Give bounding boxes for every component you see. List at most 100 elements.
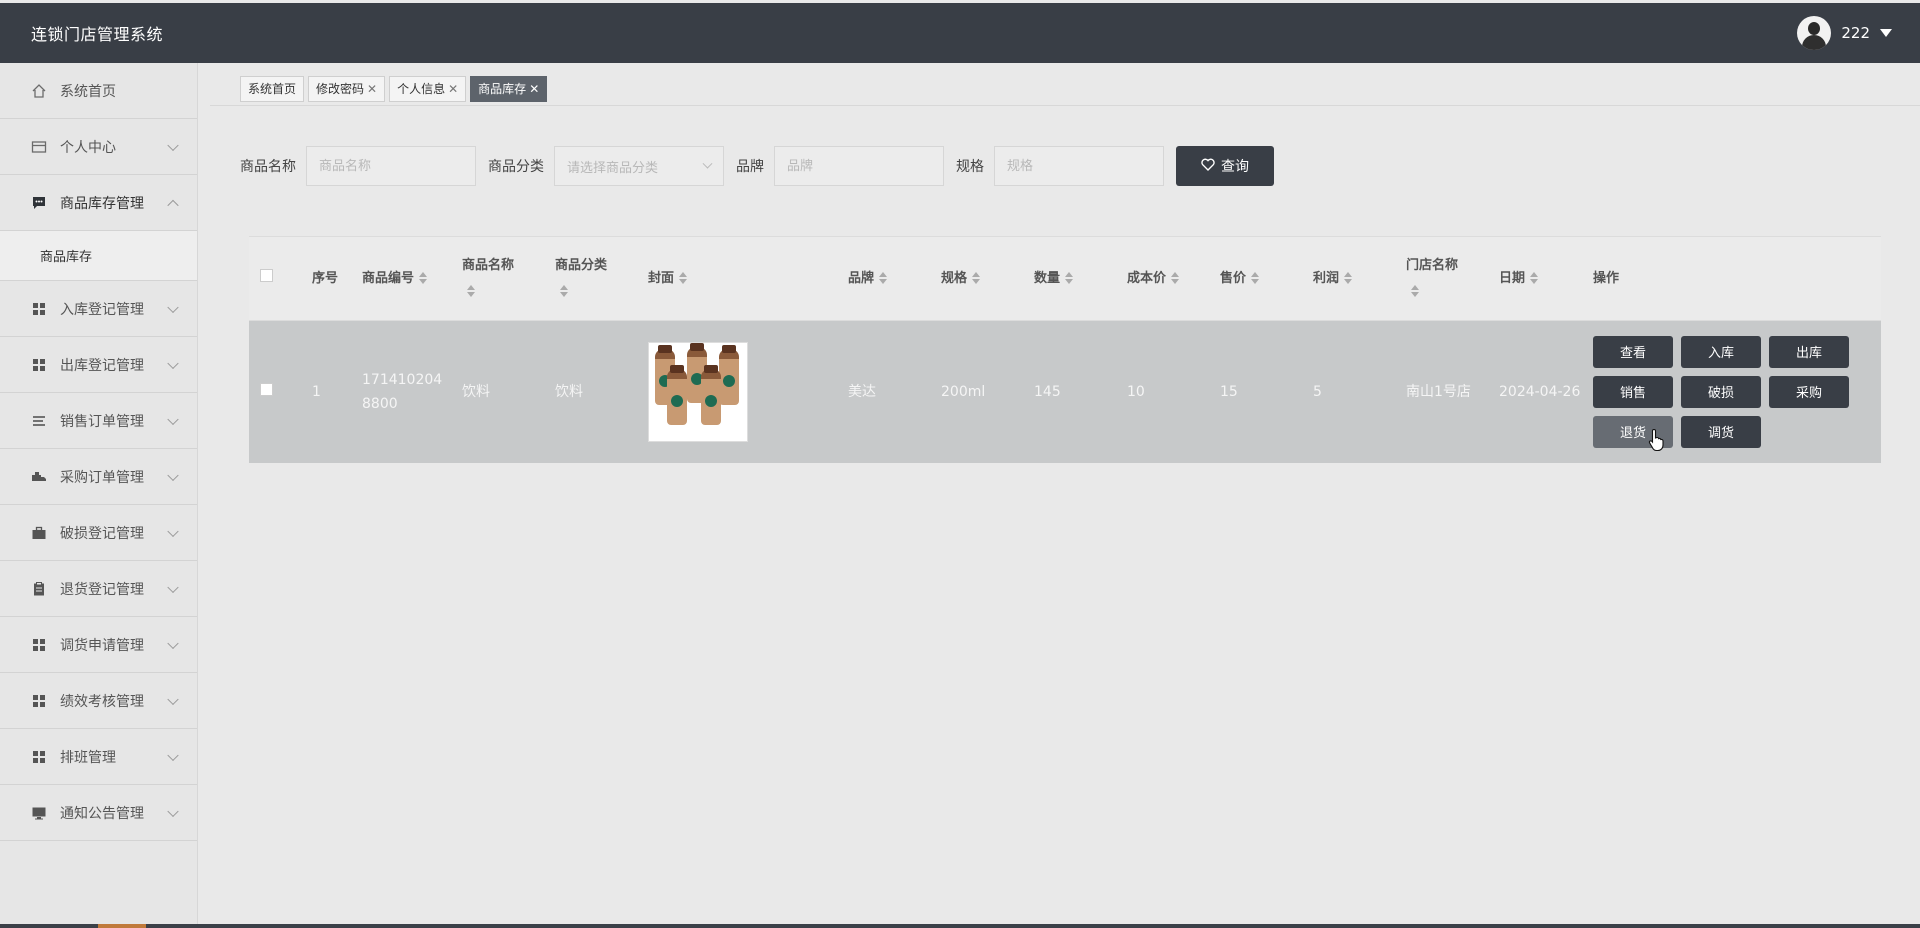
col-cover[interactable]: 封面	[642, 237, 842, 321]
table-row[interactable]: 1 1714102048800 饮料 饮料 美达 200ml 145 10 15…	[249, 320, 1881, 463]
stock-out-button[interactable]: 出库	[1769, 335, 1849, 368]
sort-icon[interactable]	[1065, 272, 1074, 284]
cell-name: 饮料	[462, 383, 490, 400]
sort-icon[interactable]	[1251, 272, 1260, 284]
sidebar-item-sales-orders[interactable]: 销售订单管理	[0, 393, 197, 449]
tab-inventory[interactable]: 商品库存 ✕	[470, 75, 548, 102]
col-store[interactable]: 门店名称	[1400, 237, 1493, 321]
home-icon	[30, 82, 48, 100]
sidebar-item-performance[interactable]: 绩效考核管理	[0, 673, 197, 729]
sort-icon[interactable]	[1530, 272, 1539, 284]
sidebar-item-stock-in[interactable]: 入库登记管理	[0, 281, 197, 337]
user-name[interactable]: 222	[1841, 24, 1870, 42]
close-icon[interactable]: ✕	[367, 82, 377, 96]
cell-category: 饮料	[555, 383, 583, 400]
list-icon	[30, 412, 48, 430]
sidebar-item-label: 系统首页	[60, 83, 116, 100]
sort-icon[interactable]	[679, 272, 688, 284]
view-button[interactable]: 查看	[1593, 335, 1673, 368]
sort-icon[interactable]	[467, 285, 475, 297]
cell-cover	[642, 321, 842, 463]
grid-icon	[30, 748, 48, 766]
sidebar-item-label: 退货登记管理	[60, 581, 144, 598]
sidebar-item-returns[interactable]: 退货登记管理	[0, 561, 197, 617]
sidebar-item-label: 破损登记管理	[60, 525, 144, 542]
tab-personal-info[interactable]: 个人信息 ✕	[389, 75, 467, 102]
sidebar-item-inventory[interactable]: 商品库存管理	[0, 175, 197, 231]
name-label: 商品名称	[240, 159, 296, 175]
tab-change-password[interactable]: 修改密码 ✕	[308, 75, 386, 102]
sidebar-subitem-inventory[interactable]: 商品库存	[0, 231, 197, 281]
col-category[interactable]: 商品分类	[549, 237, 642, 321]
sort-icon[interactable]	[560, 285, 568, 297]
sidebar-item-stock-out[interactable]: 出库登记管理	[0, 337, 197, 393]
sidebar-item-label: 采购订单管理	[60, 469, 144, 486]
col-qty[interactable]: 数量	[1028, 237, 1121, 321]
cell-ops: 查看 入库 出库 销售 破损 采购 退货 调货	[1587, 321, 1881, 463]
tab-label: 个人信息	[397, 82, 446, 96]
sort-icon[interactable]	[1171, 272, 1180, 284]
cell-date: 2024-04-26	[1499, 383, 1581, 400]
tab-home[interactable]: 系统首页	[240, 75, 305, 102]
brand-input[interactable]	[774, 146, 944, 186]
product-cover-image[interactable]	[648, 341, 748, 442]
col-cost[interactable]: 成本价	[1121, 237, 1214, 321]
bottom-strip	[0, 924, 1920, 928]
damage-button[interactable]: 破损	[1681, 375, 1761, 408]
spec-input[interactable]	[994, 146, 1164, 186]
col-profit[interactable]: 利润	[1307, 237, 1400, 321]
grid-icon	[30, 356, 48, 374]
cell-cost: 10	[1127, 383, 1145, 400]
sidebar-item-label: 调货申请管理	[60, 637, 144, 654]
sort-icon[interactable]	[879, 272, 888, 284]
sort-icon[interactable]	[1344, 272, 1353, 284]
chevron-down-icon	[167, 357, 179, 369]
sidebar-item-scheduling[interactable]: 排班管理	[0, 729, 197, 785]
sidebar-item-notices[interactable]: 通知公告管理	[0, 785, 197, 841]
col-price[interactable]: 售价	[1214, 237, 1307, 321]
sell-button[interactable]: 销售	[1593, 375, 1673, 408]
col-index: 序号	[312, 270, 339, 286]
category-select[interactable]: 请选择商品分类	[554, 146, 724, 186]
col-spec[interactable]: 规格	[935, 237, 1028, 321]
category-label: 商品分类	[488, 159, 544, 175]
purchase-button[interactable]: 采购	[1769, 375, 1849, 408]
close-icon[interactable]: ✕	[529, 82, 539, 96]
name-input[interactable]	[306, 146, 476, 186]
chevron-down-icon	[167, 525, 179, 537]
app-title: 连锁门店管理系统	[31, 25, 164, 44]
row-checkbox[interactable]	[260, 382, 273, 396]
sidebar: 系统首页 个人中心 商品库存管理 商品库存 入库登记管理 出库登记管理 销售订单…	[0, 63, 198, 928]
cell-index: 1	[312, 383, 321, 400]
sidebar-item-damage[interactable]: 破损登记管理	[0, 505, 197, 561]
chevron-down-icon	[167, 139, 179, 151]
sidebar-item-purchase-orders[interactable]: 采购订单管理	[0, 449, 197, 505]
sidebar-item-label: 商品库存管理	[60, 195, 144, 212]
sidebar-item-personal-center[interactable]: 个人中心	[0, 119, 197, 175]
col-date[interactable]: 日期	[1493, 237, 1587, 321]
sidebar-item-home[interactable]: 系统首页	[0, 63, 197, 119]
cell-profit: 5	[1313, 383, 1322, 400]
query-button[interactable]: 查询	[1176, 146, 1274, 186]
grid-icon	[30, 300, 48, 318]
tab-label: 商品库存	[478, 82, 527, 96]
stock-in-button[interactable]: 入库	[1681, 335, 1761, 368]
close-icon[interactable]: ✕	[448, 82, 458, 96]
sort-icon[interactable]	[419, 272, 428, 284]
caret-down-icon[interactable]	[1880, 29, 1892, 37]
avatar[interactable]	[1797, 16, 1832, 50]
sidebar-item-label: 绩效考核管理	[60, 693, 144, 710]
chevron-down-icon	[167, 469, 179, 481]
col-brand[interactable]: 品牌	[842, 237, 935, 321]
cell-code: 1714102048800	[362, 371, 443, 412]
sidebar-item-transfer[interactable]: 调货申请管理	[0, 617, 197, 673]
select-all-checkbox[interactable]	[260, 268, 273, 282]
col-name[interactable]: 商品名称	[456, 237, 549, 321]
cell-brand: 美达	[848, 383, 876, 400]
query-label: 查询	[1221, 158, 1249, 174]
sort-icon[interactable]	[972, 272, 981, 284]
user-menu[interactable]: 222	[1797, 16, 1892, 50]
sort-icon[interactable]	[1411, 285, 1419, 297]
col-code[interactable]: 商品编号	[356, 237, 456, 321]
transfer-button[interactable]: 调货	[1681, 415, 1761, 448]
